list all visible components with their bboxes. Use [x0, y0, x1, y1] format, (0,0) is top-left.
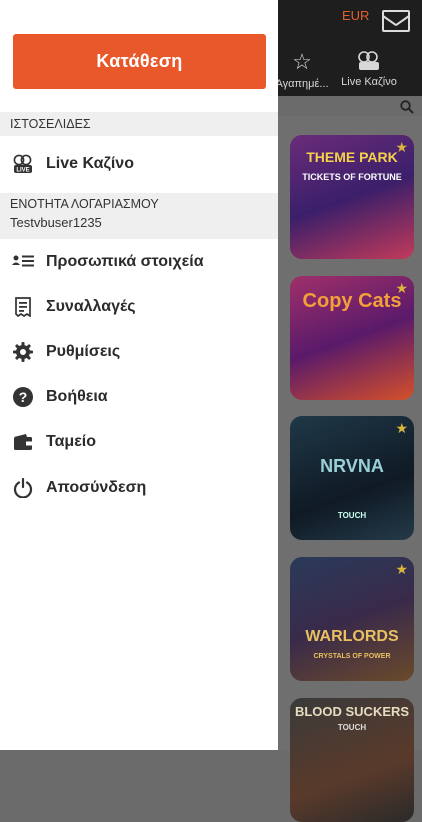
favorite-star-icon[interactable]: ★: [395, 420, 408, 437]
game-subtitle: TICKETS OF FORTUNE: [302, 172, 402, 182]
mail-icon[interactable]: [382, 10, 410, 32]
navigation-drawer: Κατάθεση ΙΣΤΟΣΕΛΙΔΕΣ LIVE Live Καζίνο ΕΝ…: [0, 0, 278, 750]
account-section: ΕΝΟΤΗΤΑ ΛΟΓΑΡΙΑΣΜΟΥ Testvbuser1235: [0, 193, 278, 239]
deposit-button[interactable]: Κατάθεση: [13, 34, 266, 89]
menu-item-label: Προσωπικά στοιχεία: [46, 253, 204, 270]
tab-favorites-label: Αγαπημέ...: [275, 78, 329, 90]
game-title: WARLORDS: [305, 628, 399, 645]
menu-item-settings[interactable]: Ρυθμίσεις: [0, 332, 278, 372]
menu-item-label: Συναλλαγές: [46, 298, 136, 315]
wallet-icon: [12, 431, 34, 453]
menu-item-label: Βοήθεια: [46, 388, 108, 405]
menu-item-label: Live Καζίνο: [46, 155, 134, 172]
websites-section-header: ΙΣΤΟΣΕΛΙΔΕΣ: [0, 112, 278, 136]
game-tile[interactable]: BLOOD SUCKERS TOUCH: [290, 698, 414, 822]
game-tile[interactable]: ★ Copy Cats: [290, 276, 414, 400]
menu-item-logout[interactable]: Αποσύνδεση: [0, 468, 278, 508]
game-tile[interactable]: ★ NRVNA TOUCH: [290, 416, 414, 540]
menu-item-label: Ταμείο: [46, 433, 97, 450]
game-title: Copy Cats: [302, 290, 402, 312]
power-icon: [12, 477, 34, 499]
personal-details-icon: [12, 251, 34, 273]
menu-item-cashier[interactable]: Ταμείο: [0, 422, 278, 462]
tab-live-casino-label: Live Καζίνο: [341, 76, 397, 88]
currency-label: EUR: [342, 8, 370, 23]
menu-item-help[interactable]: ? Βοήθεια: [0, 377, 278, 417]
help-icon: ?: [12, 386, 34, 408]
star-icon: ☆: [292, 49, 312, 74]
favorite-star-icon[interactable]: ★: [395, 561, 408, 578]
tab-live-casino[interactable]: Live Καζίνο: [338, 50, 400, 88]
game-subtitle: TOUCH: [337, 511, 367, 520]
websites-header-label: ΙΣΤΟΣΕΛΙΔΕΣ: [10, 117, 91, 131]
game-tile[interactable]: ★ WARLORDS CRYSTALS OF POWER: [290, 557, 414, 681]
search-icon[interactable]: [400, 100, 414, 114]
game-title: THEME PARK: [306, 149, 398, 165]
live-casino-icon: [338, 50, 400, 72]
menu-item-transactions[interactable]: Συναλλαγές: [0, 287, 278, 327]
svg-text:?: ?: [19, 389, 28, 405]
gear-icon: [12, 341, 34, 363]
menu-item-label: Αποσύνδεση: [46, 479, 147, 496]
tab-favorites[interactable]: ☆ Αγαπημέ...: [270, 49, 334, 91]
game-subtitle: CRYSTALS OF POWER: [313, 653, 391, 660]
game-subtitle: TOUCH: [337, 723, 367, 732]
svg-text:LIVE: LIVE: [16, 168, 29, 174]
menu-item-live-casino[interactable]: LIVE Live Καζίνο: [0, 144, 278, 184]
menu-item-personal-details[interactable]: Προσωπικά στοιχεία: [0, 242, 278, 282]
game-title: BLOOD SUCKERS: [294, 704, 410, 719]
game-title: NRVNA: [320, 456, 384, 476]
menu-item-label: Ρυθμίσεις: [46, 343, 121, 360]
receipt-icon: [12, 296, 34, 318]
live-casino-icon: LIVE: [12, 153, 34, 175]
username-label: Testvbuser1235: [10, 215, 102, 230]
account-header-label: ΕΝΟΤΗΤΑ ΛΟΓΑΡΙΑΣΜΟΥ: [10, 197, 159, 211]
game-tile[interactable]: ★ THEME PARK TICKETS OF FORTUNE: [290, 135, 414, 259]
